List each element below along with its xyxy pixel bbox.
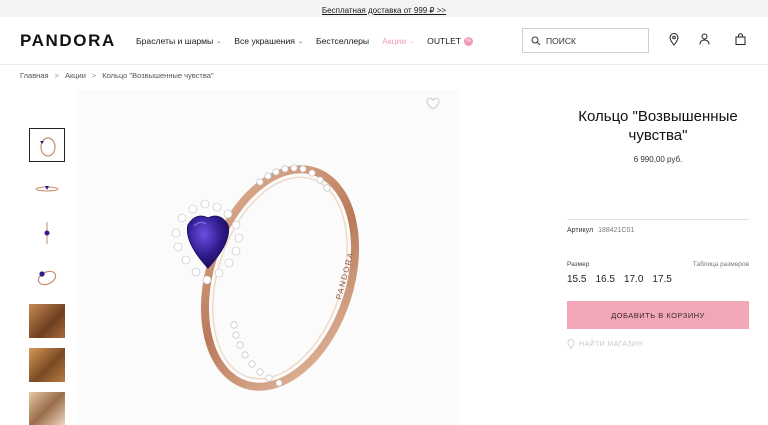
nav-item-label: Браслеты и шармы xyxy=(136,36,214,46)
search-icon[interactable] xyxy=(531,36,541,46)
product-thumbnails xyxy=(29,128,65,425)
size-options: 15.5 16.5 17.0 17.5 xyxy=(567,274,749,285)
main-nav: Браслеты и шармы ⌄ Все украшения ⌄ Бестс… xyxy=(136,36,474,46)
breadcrumb-home[interactable]: Главная xyxy=(20,71,49,80)
user-icon[interactable] xyxy=(697,31,711,47)
thumbnail-3[interactable] xyxy=(29,216,65,250)
article-number: 188421C01 xyxy=(598,227,635,234)
thumbnail-4[interactable] xyxy=(29,260,65,294)
size-option[interactable]: 16.5 xyxy=(595,274,614,285)
nav-item-label: OUTLET xyxy=(427,36,462,46)
find-store-link[interactable]: НАЙТИ МАГАЗИН xyxy=(567,339,749,349)
breadcrumb-separator: > xyxy=(91,71,97,80)
product-main-image[interactable]: PANDORA xyxy=(76,90,460,425)
product-price: 6 990,00 руб. xyxy=(633,155,683,164)
location-icon[interactable] xyxy=(667,31,681,47)
size-option[interactable]: 15.5 xyxy=(567,274,586,285)
product-title: Кольцо "Возвышенные чувства" xyxy=(578,108,738,144)
nav-item-sale[interactable]: Акции ⌄ xyxy=(382,36,414,46)
percent-badge-icon: % xyxy=(464,36,474,46)
thumbnail-7[interactable] xyxy=(29,392,65,425)
nav-item-bracelets[interactable]: Браслеты и шармы ⌄ xyxy=(136,36,221,46)
article-label: Артикул xyxy=(567,227,594,234)
nav-item-bestsellers[interactable]: Бестселлеры xyxy=(316,36,369,46)
size-header: Размер Таблица размеров xyxy=(567,261,749,268)
favorite-heart-icon[interactable] xyxy=(426,97,440,115)
thumbnail-6[interactable] xyxy=(29,348,65,382)
nav-item-label: Акции xyxy=(382,36,407,46)
ring-thumbnail-image xyxy=(40,137,56,157)
nav-item-all-jewelry[interactable]: Все украшения ⌄ xyxy=(234,36,303,46)
breadcrumb: Главная > Акции > Кольцо "Возвышенные чу… xyxy=(20,71,214,80)
location-pin-icon xyxy=(567,339,575,349)
product-info-panel: Кольцо "Возвышенные чувства" 6 990,00 ру… xyxy=(567,90,749,349)
ring-thumbnail-image xyxy=(44,222,50,244)
nav-item-label: Все украшения xyxy=(234,36,295,46)
promo-bar: Бесплатная доставка от 999 ₽ >> xyxy=(0,0,768,17)
thumbnail-5[interactable] xyxy=(29,304,65,338)
chevron-down-icon: ⌄ xyxy=(297,38,303,45)
find-store-label: НАЙТИ МАГАЗИН xyxy=(579,340,643,348)
chevron-down-icon: ⌄ xyxy=(216,38,222,45)
chevron-down-icon: ⌄ xyxy=(409,38,415,45)
thumbnail-1[interactable] xyxy=(29,128,65,162)
add-to-cart-button[interactable]: ДОБАВИТЬ В КОРЗИНУ xyxy=(567,301,749,329)
size-chart-link[interactable]: Таблица размеров xyxy=(693,261,749,268)
divider xyxy=(567,219,749,220)
ring-thumbnail-image xyxy=(35,186,59,192)
bag-icon[interactable] xyxy=(733,31,747,47)
breadcrumb-separator: > xyxy=(54,71,59,80)
thumbnail-2[interactable] xyxy=(29,172,65,206)
nav-item-label: Бестселлеры xyxy=(315,36,370,46)
nav-item-outlet[interactable]: OUTLET % xyxy=(427,36,474,46)
pandora-logo[interactable]: PANDORA xyxy=(20,31,116,51)
breadcrumb-current: Кольцо "Возвышенные чувства" xyxy=(102,71,214,80)
breadcrumb-sale[interactable]: Акции xyxy=(65,71,86,80)
site-header: PANDORA Браслеты и шармы ⌄ Все украшения… xyxy=(0,17,768,65)
size-option[interactable]: 17.0 xyxy=(624,274,643,285)
promo-link[interactable]: Бесплатная доставка от 999 ₽ >> xyxy=(322,6,446,15)
ring-thumbnail-image xyxy=(37,270,57,286)
search-box[interactable] xyxy=(522,28,649,53)
ring-image: PANDORA xyxy=(171,164,360,391)
size-option[interactable]: 17.5 xyxy=(652,274,671,285)
article-info: Артикул 188421C01 xyxy=(567,227,749,234)
size-label: Размер xyxy=(567,261,590,268)
search-input[interactable] xyxy=(546,35,641,46)
